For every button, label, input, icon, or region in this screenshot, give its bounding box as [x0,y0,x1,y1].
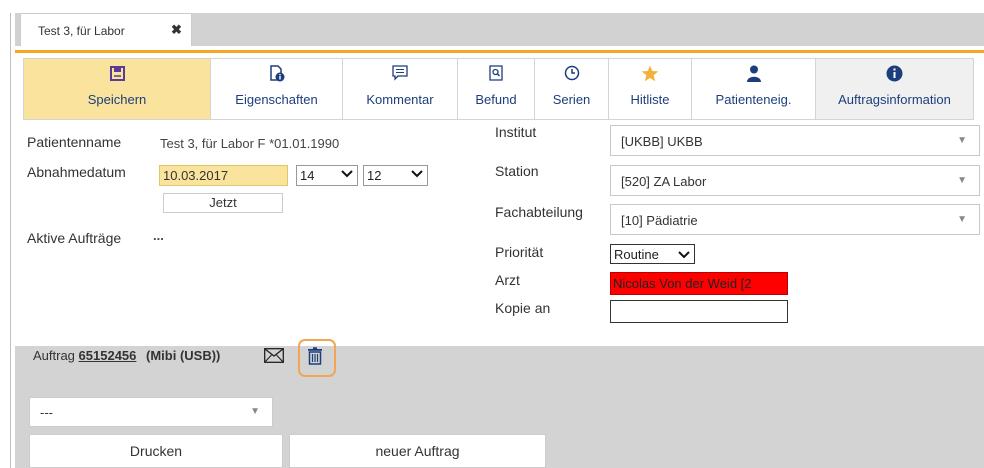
series-button-label: Serien [552,92,591,107]
caret-down-icon: ▼ [957,214,967,225]
left-border-line [10,13,11,468]
order-info-button-label: Auftragsinformation [838,92,951,107]
order-header: Auftrag 65152456 (Mibi (USB)) [33,348,220,363]
priority-value: Routine [614,247,659,262]
minute-select[interactable]: 12 [363,165,428,186]
station-label: Station [495,163,539,179]
doctor-label: Arzt [495,272,520,288]
patient-name-label: Patientenname [27,134,122,150]
hour-select-value: 14 [300,168,315,183]
institute-value: [UKBB] UKBB [621,134,703,149]
institute-dropdown[interactable]: [UKBB] UKBB ▼ [610,125,980,156]
hour-select[interactable]: 14 [296,165,358,186]
close-icon[interactable]: ✖ [171,22,182,38]
order-prefix: Auftrag [33,348,75,363]
save-button-label: Speichern [87,92,147,107]
mail-icon[interactable] [264,348,284,368]
order-info-button[interactable]: Auftragsinformation [816,58,974,120]
accent-line [15,50,984,53]
caret-down-icon: ▼ [957,175,967,186]
institute-label: Institut [495,124,537,140]
chevron-down-icon [411,168,423,182]
sample-date-input[interactable]: 10.03.2017 [159,165,288,186]
hitlist-button[interactable]: Hitliste [609,58,692,120]
new-order-button[interactable]: neuer Auftrag [289,434,546,468]
active-orders-more[interactable]: ... [153,228,164,243]
clock-icon [564,64,580,82]
caret-down-icon: ▼ [957,135,967,146]
order-select-value: --- [40,405,53,420]
copy-to-label: Kopie an [495,300,551,316]
properties-button-label: Eigenschaften [235,92,318,107]
station-dropdown[interactable]: [520] ZA Labor ▼ [610,165,980,196]
doctor-input[interactable]: Nicolas Von der Weid [2 [610,272,788,295]
star-icon [641,64,659,82]
comment-icon [392,64,408,82]
tab-title: Test 3, für Labor [38,24,125,38]
report-icon [489,64,503,82]
minute-select-value: 12 [367,168,382,183]
patient-properties-button[interactable]: Patienteneig. [692,58,816,120]
toolbar: Speichern Eigenschaften Kommentar Befund… [23,58,974,120]
properties-button[interactable]: Eigenschaften [211,58,343,120]
order-number-link[interactable]: 65152456 [79,348,137,363]
comment-button-label: Kommentar [366,92,434,107]
copy-to-input[interactable] [610,300,788,323]
trash-icon[interactable] [307,347,323,370]
info-icon [886,64,903,82]
report-button[interactable]: Befund [458,58,535,120]
patient-name-value: Test 3, für Labor F *01.01.1990 [160,136,340,151]
order-select[interactable]: --- ▼ [29,397,273,427]
person-icon [746,64,762,82]
now-button[interactable]: Jetzt [163,193,283,213]
print-button[interactable]: Drucken [29,434,283,468]
chevron-down-icon [678,248,690,263]
caret-down-icon: ▼ [250,406,260,417]
comment-button[interactable]: Kommentar [343,58,458,120]
chevron-down-icon [341,168,353,182]
department-dropdown[interactable]: [10] Pädiatrie ▼ [610,204,980,235]
priority-label: Priorität [495,244,544,260]
order-type: (Mibi (USB)) [146,348,221,363]
department-label: Fachabteilung [495,204,583,220]
report-button-label: Befund [475,92,517,107]
save-button[interactable]: Speichern [23,58,211,120]
active-orders-label: Aktive Aufträge [27,230,122,246]
save-icon [109,64,125,82]
hitlist-button-label: Hitliste [630,92,670,107]
series-button[interactable]: Serien [535,58,609,120]
patient-properties-button-label: Patienteneig. [715,92,792,107]
properties-icon [269,64,285,82]
tab-patient[interactable]: Test 3, für Labor ✖ [20,13,192,46]
priority-select[interactable]: Routine [610,244,695,264]
department-value: [10] Pädiatrie [621,213,698,228]
station-value: [520] ZA Labor [621,174,707,189]
sample-date-label: Abnahmedatum [27,164,126,180]
